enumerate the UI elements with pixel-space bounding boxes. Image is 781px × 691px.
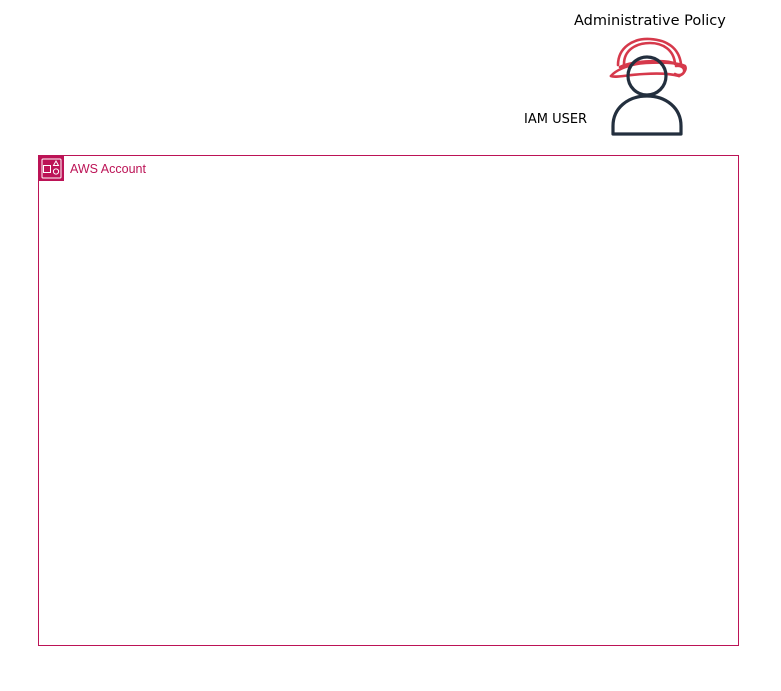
aws-account-group[interactable]: AWS Account (38, 155, 739, 646)
iam-user-node[interactable] (606, 34, 690, 138)
aws-account-title: AWS Account (70, 162, 146, 176)
iam-user-icon (609, 37, 687, 136)
iam-user-label: IAM USER (524, 112, 588, 127)
aws-account-icon (39, 156, 64, 181)
administrative-policy-label: Administrative Policy (574, 13, 726, 29)
